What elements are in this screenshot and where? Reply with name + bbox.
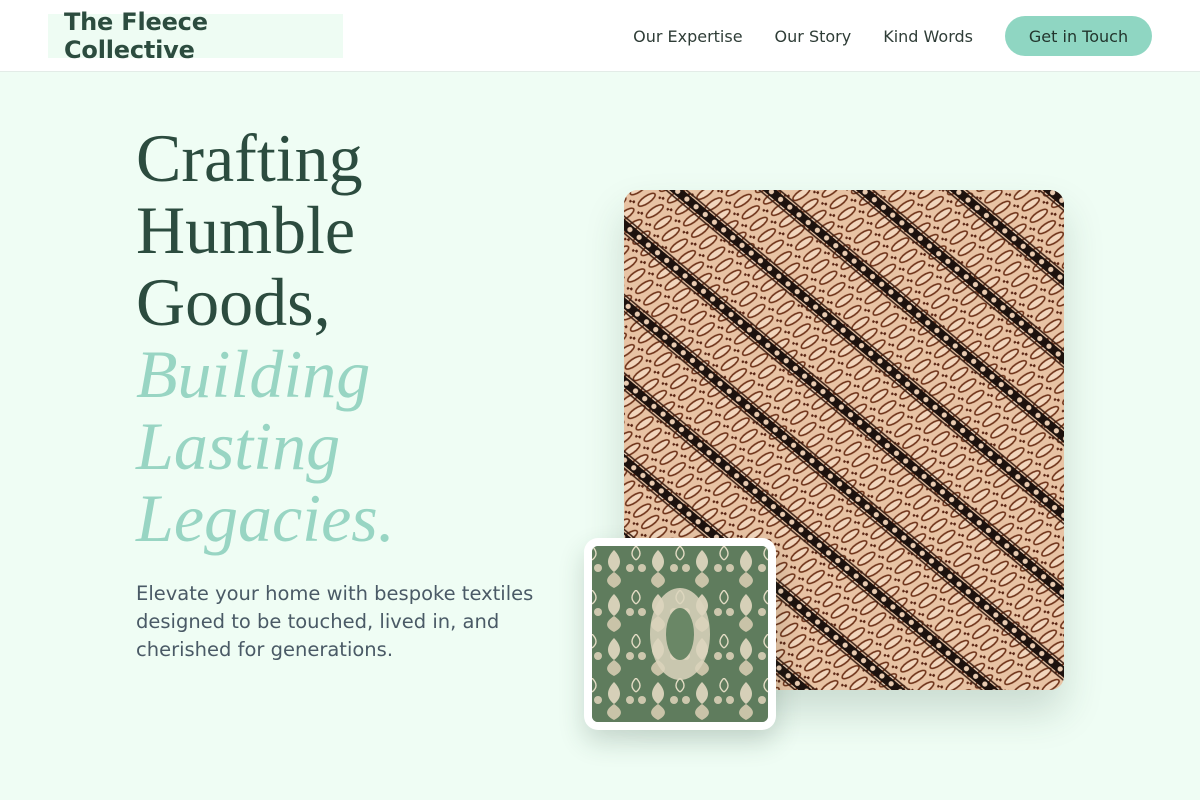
nav-link-kind-words[interactable]: Kind Words <box>883 27 973 46</box>
nav-link-our-expertise[interactable]: Our Expertise <box>633 27 742 46</box>
damask-textile-image <box>592 546 768 722</box>
hero-title-line: Crafting <box>136 120 363 196</box>
hero-title-line: Humble <box>136 192 356 268</box>
hero-title-accent-line: Building <box>136 336 371 412</box>
brand-logo[interactable]: The Fleece Collective <box>48 8 343 64</box>
hero-subtitle: Elevate your home with bespoke textiles … <box>136 582 534 661</box>
main-nav: Our Expertise Our Story Kind Words Get i… <box>633 16 1152 56</box>
get-in-touch-button[interactable]: Get in Touch <box>1005 16 1152 56</box>
inset-image-frame <box>584 538 776 730</box>
hero-title-line: Goods, <box>136 264 331 340</box>
site-header: The Fleece Collective Our Expertise Our … <box>0 0 1200 72</box>
hero-title-accent-line: Legacies. <box>136 480 395 556</box>
nav-link-our-story[interactable]: Our Story <box>775 27 852 46</box>
hero-title-accent-line: Lasting <box>136 408 341 484</box>
hero-title: Crafting Humble Goods, Building Lasting … <box>136 122 576 554</box>
